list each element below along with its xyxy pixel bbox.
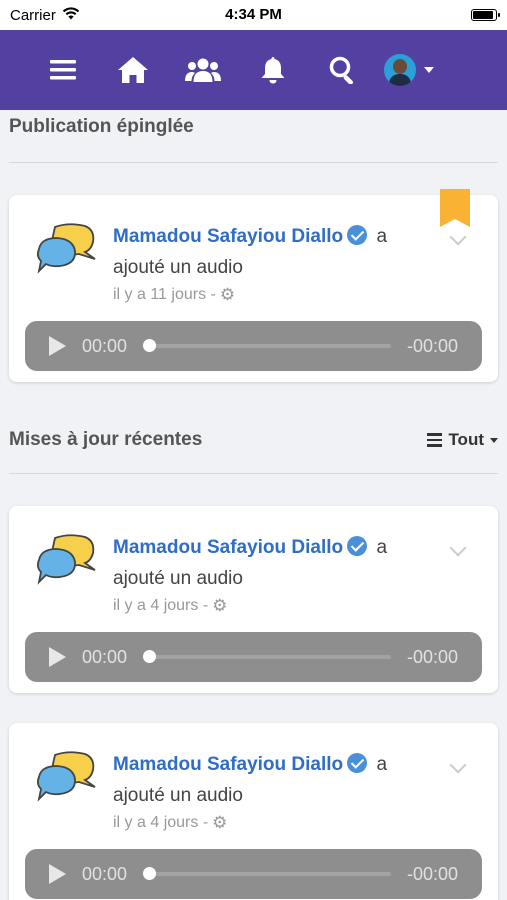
status-bar: Carrier 4:34 PM bbox=[0, 0, 507, 30]
post-card: Mamadou Safayiou Diallo a ajouté un audi… bbox=[9, 723, 498, 900]
recent-title: Mises à jour récentes bbox=[9, 429, 203, 450]
gear-icon[interactable]: ⚙ bbox=[212, 596, 227, 616]
author-link[interactable]: Mamadou Safayiou Diallo bbox=[113, 754, 343, 775]
wifi-icon bbox=[62, 6, 80, 24]
filter-label: Tout bbox=[448, 430, 484, 449]
pinned-header: Publication épinglée bbox=[0, 110, 507, 143]
post-time[interactable]: il y a 11 jours - bbox=[113, 286, 216, 304]
bookmark-icon[interactable] bbox=[440, 189, 470, 227]
chevron-down-icon bbox=[490, 437, 498, 443]
verified-icon bbox=[347, 225, 368, 245]
post-action: ajouté un audio bbox=[113, 785, 243, 806]
bell-icon[interactable] bbox=[238, 45, 308, 95]
post-action: ajouté un audio bbox=[113, 257, 243, 278]
audio-current-time: 00:00 bbox=[82, 646, 128, 667]
avatar[interactable] bbox=[384, 54, 416, 86]
play-icon[interactable] bbox=[49, 647, 66, 667]
post-card: Mamadou Safayiou Diallo a ajouté un audi… bbox=[9, 189, 498, 382]
post-suffix: a bbox=[376, 754, 388, 775]
audio-remaining-time: -00:00 bbox=[406, 335, 458, 356]
seek-thumb[interactable] bbox=[143, 867, 157, 880]
post-time[interactable]: il y a 4 jours - bbox=[113, 814, 208, 832]
audio-seek-bar[interactable] bbox=[143, 650, 391, 663]
audio-player: 00:00 -00:00 bbox=[25, 632, 482, 682]
top-navbar bbox=[0, 30, 507, 110]
chat-bubbles-logo bbox=[33, 747, 99, 813]
seek-thumb[interactable] bbox=[143, 339, 157, 352]
chevron-down-icon bbox=[424, 67, 434, 73]
author-link[interactable]: Mamadou Safayiou Diallo bbox=[113, 226, 343, 247]
author-link[interactable]: Mamadou Safayiou Diallo bbox=[113, 537, 343, 558]
menu-icon[interactable] bbox=[28, 45, 98, 95]
carrier-label: Carrier bbox=[10, 6, 56, 24]
verified-icon bbox=[347, 753, 368, 773]
gear-icon[interactable]: ⚙ bbox=[220, 285, 235, 305]
post-action: ajouté un audio bbox=[113, 568, 243, 589]
verified-icon bbox=[347, 536, 368, 556]
search-icon[interactable] bbox=[308, 45, 378, 95]
seek-thumb[interactable] bbox=[143, 650, 157, 663]
home-icon[interactable] bbox=[98, 45, 168, 95]
battery-icon bbox=[471, 9, 500, 21]
play-icon[interactable] bbox=[49, 864, 66, 884]
post-suffix: a bbox=[376, 226, 388, 247]
pinned-title: Publication épinglée bbox=[9, 115, 194, 137]
groups-icon[interactable] bbox=[168, 45, 238, 95]
chat-bubbles-logo bbox=[33, 219, 99, 285]
audio-player: 00:00 -00:00 bbox=[25, 321, 482, 371]
list-icon bbox=[427, 433, 443, 447]
audio-current-time: 00:00 bbox=[82, 863, 128, 884]
post-time[interactable]: il y a 4 jours - bbox=[113, 597, 208, 615]
audio-player: 00:00 -00:00 bbox=[25, 849, 482, 899]
divider bbox=[9, 162, 498, 163]
profile-menu[interactable] bbox=[384, 54, 434, 86]
play-icon[interactable] bbox=[49, 336, 66, 356]
audio-remaining-time: -00:00 bbox=[406, 863, 458, 884]
recent-header: Mises à jour récentes Tout bbox=[0, 424, 507, 456]
post-card: Mamadou Safayiou Diallo a ajouté un audi… bbox=[9, 506, 498, 693]
audio-seek-bar[interactable] bbox=[143, 867, 391, 880]
post-suffix: a bbox=[376, 537, 388, 558]
chat-bubbles-logo bbox=[33, 530, 99, 596]
gear-icon[interactable]: ⚙ bbox=[212, 813, 227, 833]
status-time: 4:34 PM bbox=[225, 6, 282, 23]
divider bbox=[9, 473, 498, 474]
filter-dropdown[interactable]: Tout bbox=[427, 430, 498, 450]
audio-seek-bar[interactable] bbox=[143, 339, 391, 352]
audio-current-time: 00:00 bbox=[82, 335, 128, 356]
audio-remaining-time: -00:00 bbox=[406, 646, 458, 667]
